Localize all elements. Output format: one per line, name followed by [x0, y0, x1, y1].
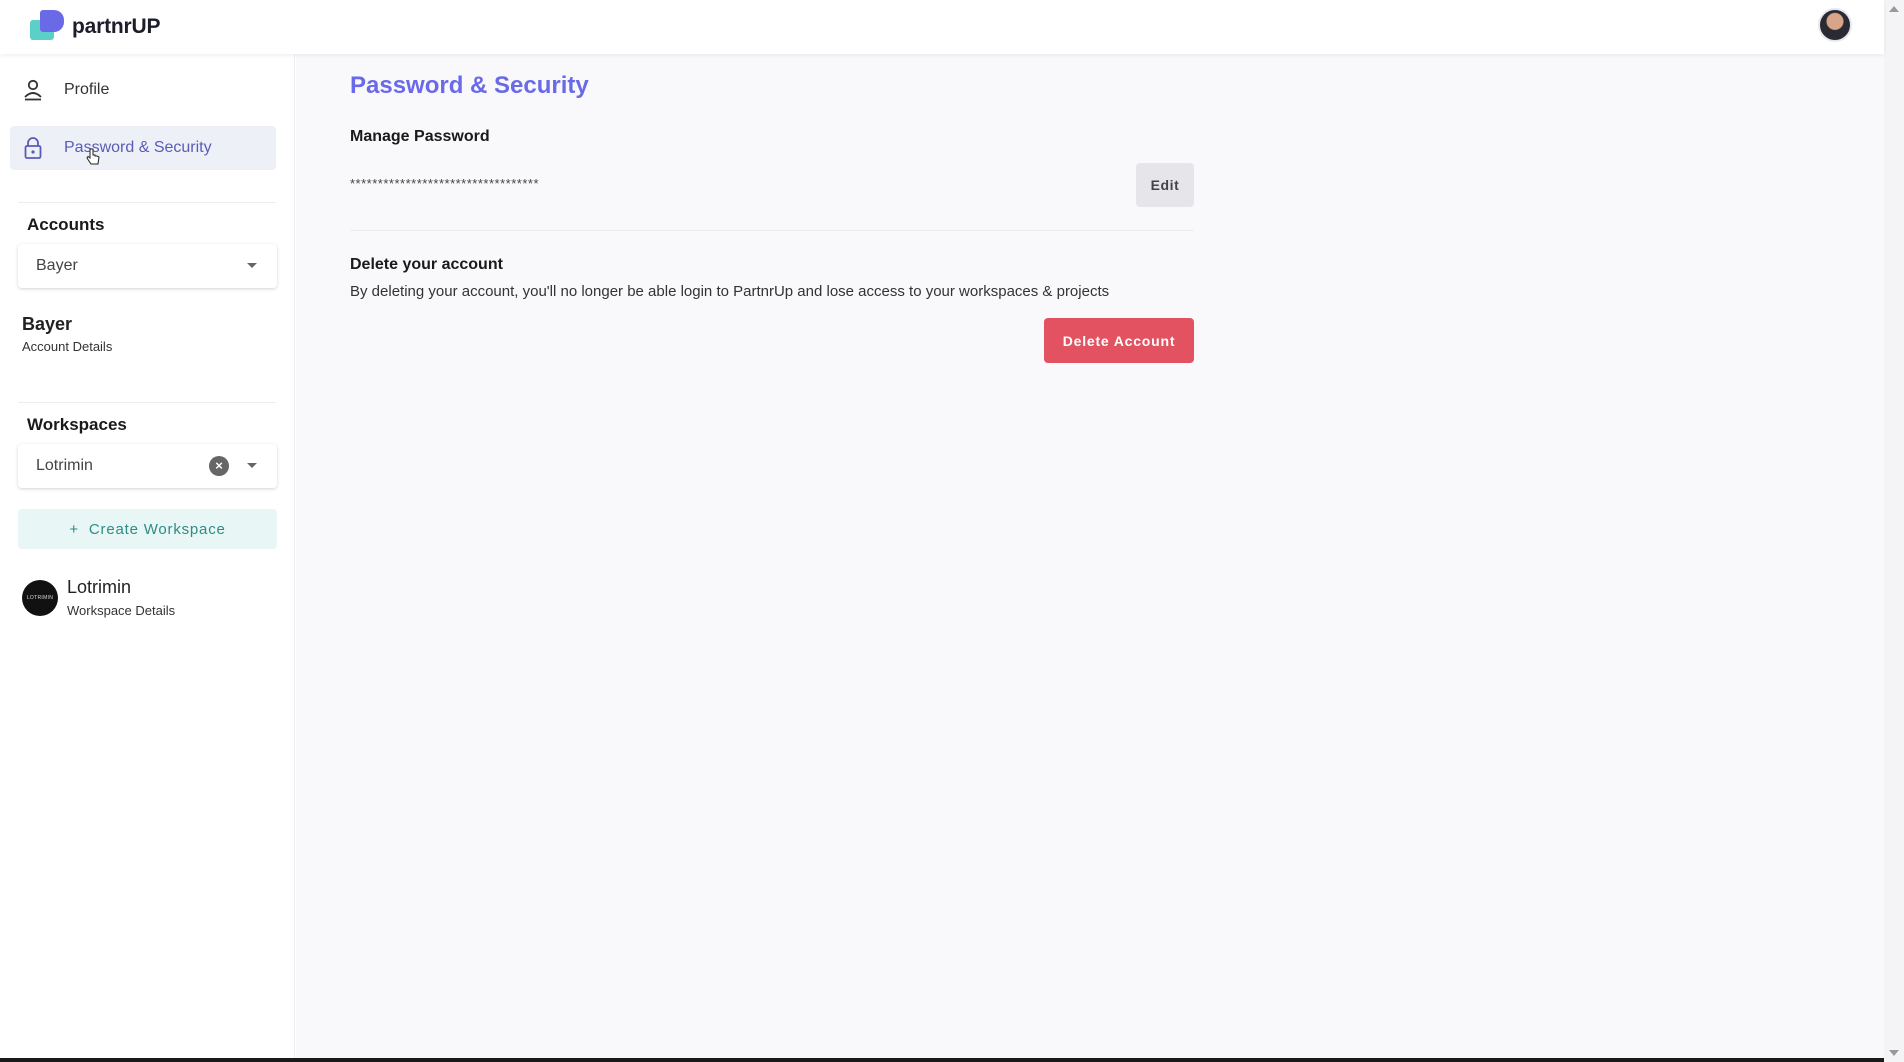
- clear-icon[interactable]: ×: [209, 456, 229, 476]
- brand-name: partnrUP: [72, 15, 161, 38]
- sidebar-item-profile[interactable]: Profile: [10, 68, 276, 112]
- edit-password-button[interactable]: Edit: [1136, 163, 1194, 207]
- sidebar-divider: [18, 202, 276, 203]
- sidebar-divider: [18, 402, 276, 403]
- workspace-logo: LOTRIMIN: [22, 580, 58, 616]
- partnrup-logo-icon: [30, 10, 66, 44]
- scroll-up-icon[interactable]: [1889, 6, 1899, 12]
- hand-cursor-icon: [86, 148, 100, 165]
- create-workspace-button[interactable]: + Create Workspace: [18, 509, 277, 549]
- workspace-select[interactable]: Lotrimin ×: [18, 444, 277, 488]
- sidebar: Profile Password & Security Accounts Bay…: [0, 54, 295, 1062]
- sidebar-item-security[interactable]: Password & Security: [10, 126, 276, 170]
- sidebar-item-label: Profile: [64, 81, 110, 98]
- window-bottom-border: [0, 1058, 1884, 1062]
- delete-account-heading: Delete your account: [350, 256, 503, 273]
- workspace-select-value: Lotrimin: [36, 457, 93, 474]
- plus-icon: +: [69, 520, 79, 538]
- section-divider: [350, 230, 1194, 231]
- account-select[interactable]: Bayer: [18, 244, 277, 288]
- app-root: partnrUP Profile Password & Security Acc…: [0, 0, 1904, 1062]
- lock-icon: [22, 137, 44, 159]
- workspace-details-link[interactable]: Workspace Details: [67, 603, 175, 618]
- scroll-down-icon[interactable]: [1889, 1050, 1899, 1056]
- create-workspace-label: Create Workspace: [88, 520, 226, 538]
- password-mask: **********************************: [350, 176, 540, 191]
- delete-account-button[interactable]: Delete Account: [1044, 318, 1194, 363]
- top-bar: partnrUP: [0, 0, 1884, 54]
- manage-password-heading: Manage Password: [350, 128, 490, 145]
- brand-logo[interactable]: partnrUP: [30, 10, 160, 44]
- person-icon: [22, 79, 44, 101]
- account-details-link[interactable]: Account Details: [22, 339, 112, 354]
- chevron-down-icon: [247, 463, 257, 468]
- main-content: Password & Security Manage Password ****…: [296, 54, 1884, 1062]
- user-avatar[interactable]: [1818, 8, 1852, 42]
- vertical-scrollbar[interactable]: [1884, 0, 1904, 1062]
- workspaces-title: Workspaces: [27, 415, 127, 434]
- page-title: Password & Security: [350, 72, 589, 99]
- workspace-name: Lotrimin: [67, 577, 132, 597]
- workspace-logo-text: LOTRIMIN: [26, 595, 54, 601]
- account-name: Bayer: [22, 314, 73, 334]
- account-select-value: Bayer: [36, 257, 78, 274]
- chevron-down-icon: [247, 263, 257, 268]
- delete-account-description: By deleting your account, you'll no long…: [350, 283, 1110, 300]
- accounts-title: Accounts: [27, 215, 105, 234]
